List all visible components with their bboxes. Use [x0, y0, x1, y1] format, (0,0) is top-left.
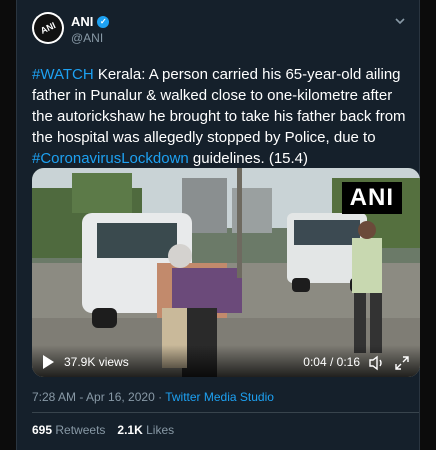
video-controls: 37.9K views 0:04 / 0:16 [32, 345, 420, 377]
avatar-logo: ANI [32, 12, 64, 44]
verified-badge-icon: ✓ [97, 15, 110, 28]
tweet-body-tail: guidelines. (15.4) [188, 150, 309, 167]
view-count: 37.9K views [64, 355, 129, 369]
likes-label: Likes [146, 423, 175, 437]
ani-watermark: ANI [341, 182, 402, 214]
likes-count: 2.1K [117, 423, 143, 437]
source-link[interactable]: Twitter Media Studio [165, 390, 274, 404]
tweet-stats: 695 Retweets 2.1K Likes [32, 423, 174, 437]
tweet-meta: 7:28 AM - Apr 16, 2020 · Twitter Media S… [32, 390, 274, 404]
video-player[interactable]: ANI 37.9K views 0:04 / 0:16 [32, 168, 420, 377]
volume-icon[interactable] [368, 355, 386, 371]
retweets-label: Retweets [55, 423, 106, 437]
retweets-count: 695 [32, 423, 53, 437]
chevron-down-icon[interactable] [393, 14, 407, 28]
author-handle[interactable]: @ANI [71, 31, 103, 45]
avatar[interactable]: ANI [32, 12, 64, 44]
hashtag-watch-link[interactable]: #WATCH [32, 66, 94, 83]
play-icon[interactable] [43, 355, 54, 369]
tweet-card: ANI ANI ✓ @ANI #WATCH Kerala: A person c… [16, 0, 420, 450]
tweet-text: #WATCH Kerala: A person carried his 65-y… [32, 64, 417, 169]
likes-stat[interactable]: 2.1K Likes [117, 423, 174, 437]
fullscreen-icon[interactable] [394, 355, 410, 371]
retweets-stat[interactable]: 695 Retweets [32, 423, 105, 437]
meta-separator: · [154, 390, 166, 404]
divider [32, 412, 419, 413]
hashtag-coronaviruslockdown-link[interactable]: #CoronavirusLockdown [32, 150, 189, 167]
author-name[interactable]: ANI [71, 14, 93, 29]
video-time: 0:04 / 0:16 [303, 355, 360, 369]
author-name-row[interactable]: ANI ✓ [71, 14, 110, 29]
timestamp[interactable]: 7:28 AM - Apr 16, 2020 [32, 390, 155, 404]
